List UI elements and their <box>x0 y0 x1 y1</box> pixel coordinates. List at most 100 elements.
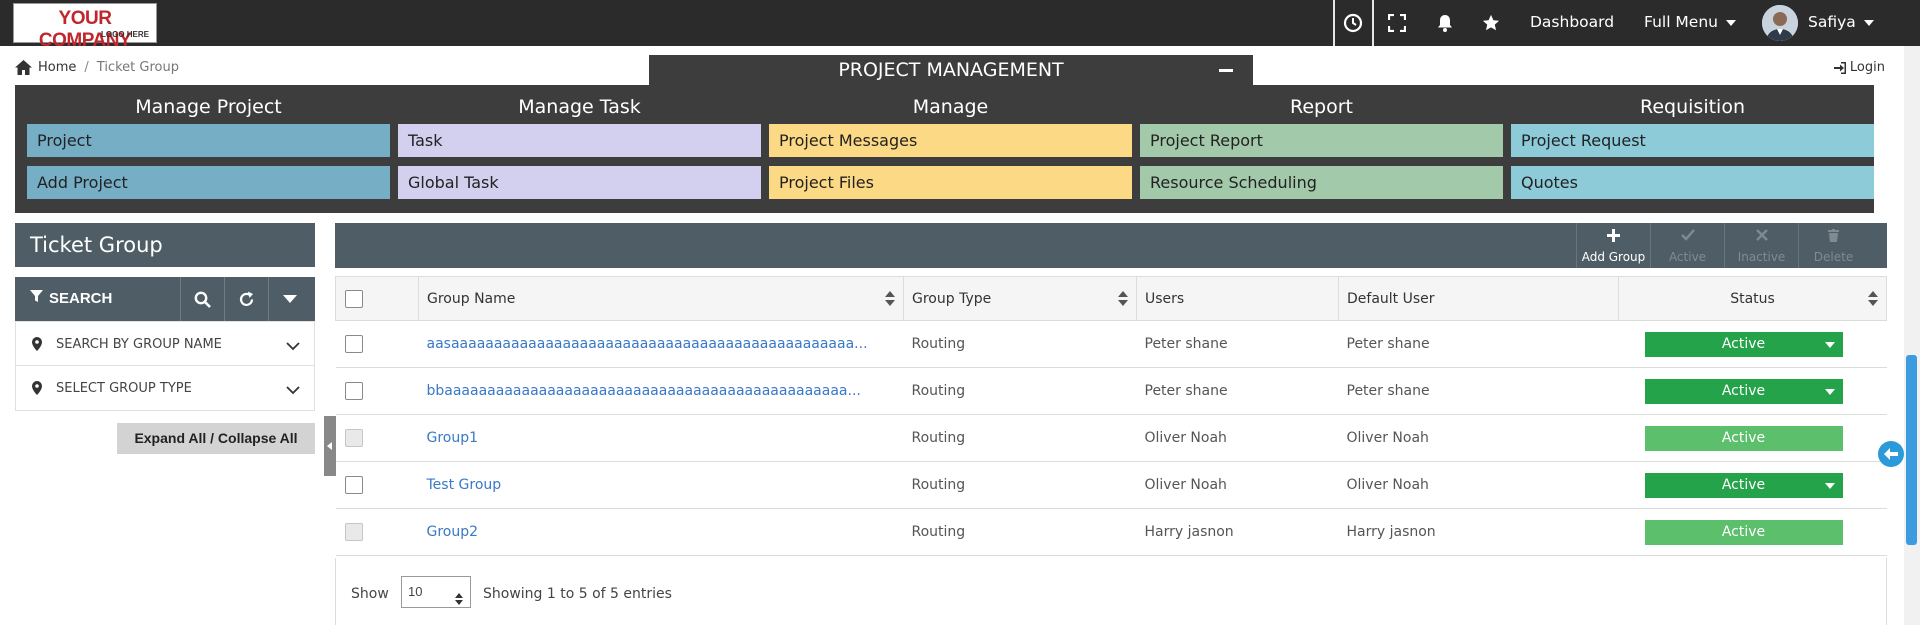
status-badge[interactable]: Active <box>1644 378 1843 404</box>
menu-item-resource-scheduling[interactable]: Resource Scheduling <box>1140 166 1503 199</box>
avatar[interactable] <box>1762 5 1798 41</box>
table-row[interactable]: aasaaaaaaaaaaaaaaaaaaaaaaaaaaaaaaaaaaaaa… <box>335 320 1887 368</box>
activate-label: Active <box>1668 250 1707 264</box>
status-badge[interactable]: Active <box>1644 472 1843 498</box>
minimize-icon[interactable] <box>1219 69 1233 72</box>
breadcrumb-home[interactable]: Home <box>38 60 76 75</box>
search-label: SEARCH <box>49 290 113 307</box>
select-all-checkbox[interactable] <box>345 289 363 308</box>
project-management-panel: Manage Project Project Add Project Manage T… <box>15 85 1874 213</box>
menu-item-project-messages[interactable]: Project Messages <box>769 124 1132 157</box>
users-cell: Oliver Noah <box>1136 461 1339 509</box>
breadcrumb-current: Ticket Group <box>96 60 179 75</box>
user-menu[interactable]: Safiya <box>1808 13 1874 31</box>
row-checkbox <box>344 523 363 541</box>
default-user-cell: Peter shane <box>1338 367 1619 415</box>
scrollbar-thumb[interactable] <box>1906 355 1917 545</box>
column-header-label: Default User <box>1347 290 1435 307</box>
column-header-group-type[interactable]: Group Type <box>903 276 1137 321</box>
dashboard-link[interactable]: Dashboard <box>1530 13 1614 31</box>
company-logo[interactable]: YOUR COMPANY LOGO HERE <box>13 3 157 51</box>
menu-column-heading: Manage Task <box>518 96 641 118</box>
status-badge: Active <box>1644 425 1843 451</box>
table-row[interactable]: Test Group Routing Oliver Noah Oliver Noah A… <box>335 461 1887 509</box>
column-header-group-name[interactable]: Group Name <box>418 276 904 321</box>
group-type-cell: Routing <box>903 414 1137 462</box>
delete-button[interactable]: Delete <box>1798 223 1868 268</box>
table-footer: Show 10 Showing 1 to 5 of 5 entries <box>335 558 1887 625</box>
default-user-cell: Oliver Noah <box>1338 461 1619 509</box>
row-checkbox[interactable] <box>344 476 363 494</box>
navbar-divider <box>1372 0 1374 46</box>
table-row[interactable]: Group1 Routing Oliver Noah Oliver Noah Activ… <box>335 414 1887 462</box>
map-pin-icon <box>32 381 42 400</box>
expand-collapse-button[interactable]: Expand All / Collapse All <box>117 423 315 454</box>
refresh-icon[interactable] <box>224 277 268 321</box>
x-icon <box>1725 229 1798 245</box>
entries-info: Showing 1 to 5 of 5 entries <box>483 586 672 602</box>
menu-item-project-request[interactable]: Project Request <box>1511 124 1874 157</box>
select-group-type-filter[interactable]: SELECT GROUP TYPE <box>15 366 315 411</box>
group-name-link[interactable]: Group1 <box>418 414 904 462</box>
login-label: Login <box>1849 60 1885 75</box>
login-link[interactable]: Login <box>1833 60 1885 75</box>
row-checkbox[interactable] <box>344 382 363 400</box>
column-header-status[interactable]: Status <box>1618 276 1887 321</box>
menu-item-quotes[interactable]: Quotes <box>1511 166 1874 199</box>
inactivate-button[interactable]: Inactive <box>1724 223 1798 268</box>
table-row[interactable]: Group2 Routing Harry jasnon Harry jasnon Act… <box>335 508 1887 556</box>
sort-icon <box>885 291 895 307</box>
menu-item-project-report[interactable]: Project Report <box>1140 124 1503 157</box>
arrow-left-circle-icon[interactable] <box>1878 441 1904 467</box>
status-cell: Active <box>1618 320 1887 368</box>
search-toggle[interactable]: SEARCH <box>30 277 112 321</box>
activate-button[interactable]: Active <box>1650 223 1724 268</box>
caret-down-icon <box>1824 388 1835 395</box>
page-size-select[interactable]: 10 <box>401 576 471 608</box>
group-name-link[interactable]: aasaaaaaaaaaaaaaaaaaaaaaaaaaaaaaaaaaaaaa… <box>418 320 904 368</box>
filter-label: SELECT GROUP TYPE <box>56 381 192 396</box>
project-management-header: PROJECT MANAGEMENT <box>649 55 1253 85</box>
add-group-button[interactable]: Add Group <box>1576 223 1650 268</box>
menu-item-task[interactable]: Task <box>398 124 761 157</box>
status-badge[interactable]: Active <box>1644 331 1843 357</box>
caret-down-icon[interactable] <box>268 277 312 321</box>
filter-icon <box>30 277 43 321</box>
breadcrumb-separator: / <box>84 60 89 75</box>
sort-icon <box>1118 291 1128 307</box>
clock-icon[interactable] <box>1342 12 1364 34</box>
menu-column-heading: Manage Project <box>135 96 282 118</box>
column-header-label: Group Name <box>427 290 516 307</box>
search-toolbar: SEARCH <box>15 277 315 321</box>
group-type-cell: Routing <box>903 367 1137 415</box>
group-name-link[interactable]: bbaaaaaaaaaaaaaaaaaaaaaaaaaaaaaaaaaaaaaa… <box>418 367 904 415</box>
chevron-left-icon <box>327 442 332 450</box>
full-menu-dropdown[interactable]: Full Menu <box>1644 13 1736 31</box>
default-user-cell: Harry jasnon <box>1338 508 1619 556</box>
breadcrumb: Home / Ticket Group <box>15 60 179 75</box>
bell-icon[interactable] <box>1434 12 1456 34</box>
fullscreen-icon[interactable] <box>1386 12 1408 34</box>
menu-item-global-task[interactable]: Global Task <box>398 166 761 199</box>
group-type-cell: Routing <box>903 461 1137 509</box>
users-cell: Peter shane <box>1136 320 1339 368</box>
add-group-label: Add Group <box>1581 250 1646 264</box>
table-header-row: Group Name Group Type Users Default User… <box>335 276 1887 321</box>
group-name-link[interactable]: Group2 <box>418 508 904 556</box>
search-by-group-name-filter[interactable]: SEARCH BY GROUP NAME <box>15 321 315 366</box>
table-row[interactable]: bbaaaaaaaaaaaaaaaaaaaaaaaaaaaaaaaaaaaaaa… <box>335 367 1887 415</box>
status-label: Active <box>1721 476 1766 493</box>
status-cell: Active <box>1618 367 1887 415</box>
updown-icon <box>455 586 463 616</box>
menu-item-add-project[interactable]: Add Project <box>27 166 390 199</box>
group-name-link[interactable]: Test Group <box>418 461 904 509</box>
menu-item-project[interactable]: Project <box>27 124 390 157</box>
search-icon[interactable] <box>180 277 224 321</box>
star-icon[interactable] <box>1480 12 1502 34</box>
home-icon[interactable] <box>15 60 32 75</box>
row-select-cell <box>335 508 419 556</box>
user-name: Safiya <box>1808 13 1856 31</box>
row-checkbox[interactable] <box>344 335 363 353</box>
menu-item-project-files[interactable]: Project Files <box>769 166 1132 199</box>
menu-column-heading: Requisition <box>1640 96 1745 118</box>
